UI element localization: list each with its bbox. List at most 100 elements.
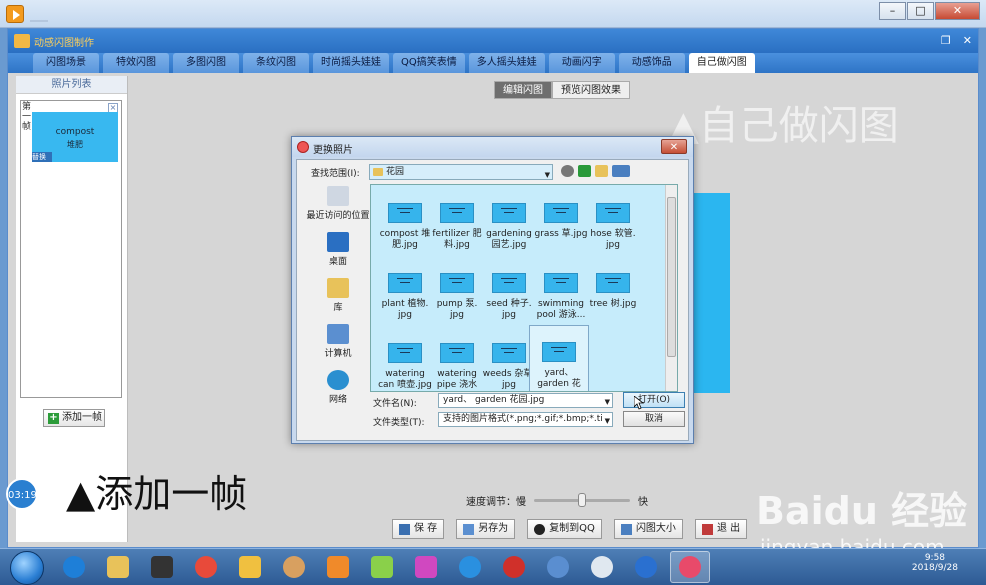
- frame-list[interactable]: 第一帧 × compost 堆肥 替换: [20, 100, 122, 398]
- tab-multi-bobblehead[interactable]: 多人摇头娃娃: [468, 53, 545, 73]
- speed-slider[interactable]: [534, 493, 630, 507]
- sogou-taskbar-icon[interactable]: [626, 551, 666, 583]
- view-menu-icon[interactable]: [612, 165, 630, 177]
- image-thumb-icon: [440, 273, 474, 293]
- save-as-button[interactable]: 另存为: [456, 519, 516, 539]
- file-list-scrollbar[interactable]: [665, 185, 677, 391]
- filename-input[interactable]: yard、 garden 花园.jpg ▼: [438, 393, 613, 408]
- file-item[interactable]: hose 软管. jpg: [583, 203, 643, 265]
- colorful-taskbar-icon[interactable]: [406, 551, 446, 583]
- minimize-button[interactable]: –: [879, 2, 906, 20]
- baidu-watermark: Baidu 经验: [756, 489, 968, 533]
- action-buttons: 保 存 另存为 复制到QQ 闪图大小 退 出: [392, 519, 748, 539]
- start-button[interactable]: [10, 551, 44, 585]
- dialog-close-button[interactable]: ✕: [661, 139, 687, 154]
- gif-size-button[interactable]: 闪图大小: [613, 519, 683, 539]
- app-play-icon[interactable]: [6, 5, 24, 23]
- tab-custom[interactable]: 自己做闪图: [688, 53, 755, 73]
- file-name-line: compost 堆: [379, 229, 431, 239]
- lookin-combo[interactable]: 花园 ▼: [369, 164, 553, 180]
- tab-stripes[interactable]: 条纹闪图: [243, 53, 309, 73]
- file-item[interactable]: plant 植物. jpg: [375, 273, 435, 335]
- paint-taskbar-icon[interactable]: [274, 551, 314, 583]
- image-thumb-icon: [388, 273, 422, 293]
- tab-edit[interactable]: 编辑闪图: [494, 81, 552, 99]
- file-item[interactable]: grass 草.jpg: [531, 203, 591, 265]
- filename-label: 文件名(N):: [373, 399, 417, 409]
- exit-label: 退 出: [716, 523, 741, 534]
- restore-icon[interactable]: ❐: [941, 34, 951, 47]
- cloud-taskbar-icon[interactable]: [582, 551, 622, 583]
- file-item-selected[interactable]: yard、 garden 花: [529, 325, 589, 391]
- file-item[interactable]: watering pipe 浇水: [427, 343, 487, 391]
- file-item[interactable]: gardening 园艺.jpg: [479, 203, 539, 265]
- maximize-button[interactable]: □: [907, 2, 934, 20]
- save-label: 保 存: [414, 523, 438, 534]
- chrome-taskbar-icon[interactable]: [186, 551, 226, 583]
- tray-clock[interactable]: 9:58 2018/9/28: [912, 553, 958, 573]
- folder-taskbar-icon[interactable]: [230, 551, 270, 583]
- media-taskbar-icon[interactable]: [142, 551, 182, 583]
- file-name-line: can 喷壶.jpg: [378, 380, 432, 390]
- chevron-down-icon[interactable]: ▼: [605, 415, 610, 426]
- up-folder-icon[interactable]: [578, 165, 591, 177]
- close-button[interactable]: ✕: [935, 2, 980, 20]
- file-item[interactable]: watering can 喷壶.jpg: [375, 343, 435, 391]
- place-desktop[interactable]: 桌面: [303, 232, 373, 276]
- size-icon: [620, 523, 632, 535]
- edge-taskbar-icon[interactable]: [450, 551, 490, 583]
- place-computer-label: 计算机: [324, 349, 352, 359]
- tab-multi[interactable]: 多图闪图: [173, 53, 239, 73]
- game-taskbar-icon[interactable]: [538, 551, 578, 583]
- file-item[interactable]: fertilizer 肥料.jpg: [427, 203, 487, 265]
- frame-item[interactable]: 第一帧 × compost 堆肥 替换: [22, 102, 120, 172]
- explorer-taskbar-icon[interactable]: [98, 551, 138, 583]
- scrollbar-thumb[interactable]: [667, 197, 676, 357]
- open-button[interactable]: 打开(O): [623, 392, 685, 408]
- place-recent-label: 最近访问的位置: [306, 211, 370, 221]
- new-folder-icon[interactable]: [595, 165, 608, 177]
- taskbar: 9:58 2018/9/28: [0, 548, 986, 585]
- cancel-button[interactable]: 取消: [623, 411, 685, 427]
- place-network[interactable]: 网络: [303, 370, 373, 414]
- tab-scene[interactable]: 闪图场景: [33, 53, 99, 73]
- tab-preview[interactable]: 预览闪图效果: [552, 81, 630, 99]
- save-button[interactable]: 保 存: [392, 519, 445, 539]
- clock-bubble[interactable]: 03:19: [6, 478, 38, 510]
- file-item[interactable]: compost 堆肥.jpg: [375, 203, 435, 265]
- tab-qq-emoji[interactable]: QQ搞笑表情: [393, 53, 465, 73]
- file-item[interactable]: tree 树.jpg: [583, 273, 643, 335]
- chess-taskbar-icon[interactable]: [494, 551, 534, 583]
- add-frame-button[interactable]: + 添加一帧: [43, 409, 105, 427]
- dialog-nav-toolbar: [561, 165, 630, 177]
- file-name-line: jpg: [398, 310, 412, 320]
- place-library[interactable]: 库: [303, 278, 373, 322]
- back-icon[interactable]: [561, 165, 574, 177]
- tab-ornaments[interactable]: 动感饰品: [618, 53, 685, 73]
- ie-taskbar-icon[interactable]: [54, 551, 94, 583]
- replace-badge[interactable]: 替换: [32, 152, 52, 162]
- tab-bobblehead[interactable]: 时尚摇头娃娃: [313, 53, 389, 73]
- file-list[interactable]: compost 堆肥.jpg fertilizer 肥料.jpg gardeni…: [370, 184, 678, 392]
- filename-value: yard、 garden 花园.jpg: [443, 395, 545, 405]
- app-close-icon[interactable]: ✕: [963, 34, 972, 47]
- title-placeholder: [30, 20, 48, 22]
- chevron-down-icon[interactable]: ▼: [605, 396, 610, 409]
- place-computer[interactable]: 计算机: [303, 324, 373, 368]
- copy-to-qq-button[interactable]: 复制到QQ: [527, 519, 602, 539]
- window-controls: – □ ✕: [878, 2, 980, 20]
- file-name-line: swimming: [537, 299, 584, 309]
- computer-icon: [327, 324, 349, 344]
- gif-maker-taskbar-icon[interactable]: [670, 551, 710, 583]
- app-logo-icon: [14, 34, 30, 48]
- player-taskbar-icon[interactable]: [318, 551, 358, 583]
- exit-button[interactable]: 退 出: [694, 519, 748, 539]
- file-item[interactable]: pump 泵. jpg: [427, 273, 487, 335]
- pinwheel-taskbar-icon[interactable]: [362, 551, 402, 583]
- filetype-select[interactable]: 支持的图片格式(*.png;*.gif;*.bmp;*.ti ▼: [438, 412, 613, 427]
- image-thumb-icon: [492, 343, 526, 363]
- place-recent[interactable]: 最近访问的位置: [303, 186, 373, 230]
- speed-slider-thumb[interactable]: [578, 493, 586, 507]
- tab-animated-text[interactable]: 动画闪字: [548, 53, 615, 73]
- tab-effects[interactable]: 特效闪图: [103, 53, 169, 73]
